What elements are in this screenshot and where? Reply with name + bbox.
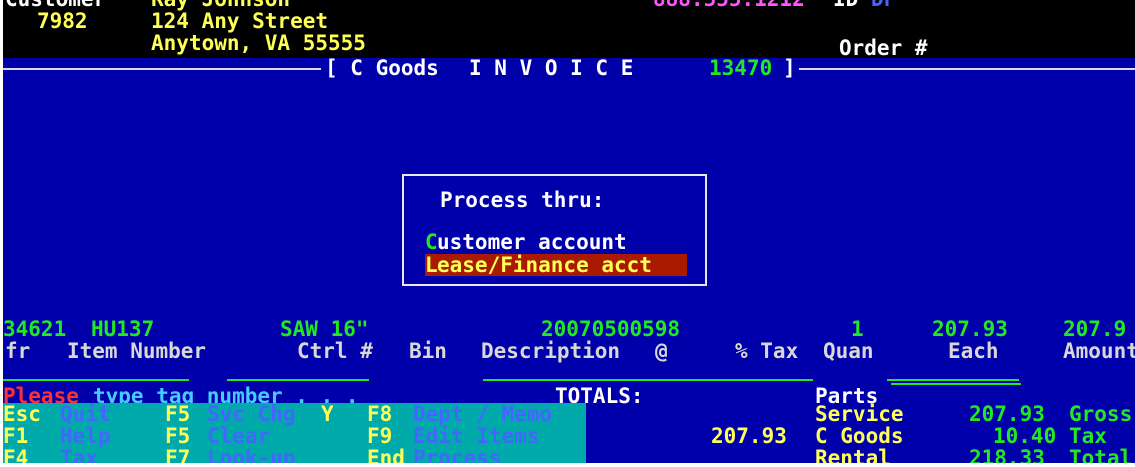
amount-input-line[interactable]: [887, 379, 1019, 381]
key-f9: F9: [367, 424, 393, 448]
item-each: 207.93: [932, 317, 1008, 341]
key-end: End: [367, 446, 405, 463]
gross-label: Gross: [1069, 402, 1133, 426]
key-f4-label: Tax: [60, 446, 98, 463]
dialog-heading: Process thru:: [440, 188, 605, 212]
total-label: Total: [1069, 446, 1133, 463]
col-item-number: Item Number: [67, 339, 207, 363]
key-f4: F4: [3, 446, 29, 463]
key-f8: F8: [367, 402, 393, 426]
col-bin: Bin: [409, 339, 447, 363]
id-value: DF: [871, 0, 896, 10]
key-f7-label: Look-up: [207, 446, 296, 463]
category-rental: Rental: [815, 446, 891, 463]
id-label: ID: [833, 0, 858, 10]
col-at: @: [655, 339, 668, 363]
category-c-goods: C Goods: [815, 424, 904, 448]
total-value: 218.33: [969, 446, 1045, 463]
tax-value: 10.40: [993, 424, 1057, 448]
col-amount: Amount: [1063, 339, 1135, 363]
invoice-number: 13470: [709, 56, 773, 80]
ctrl-input-line[interactable]: [227, 379, 369, 381]
address-line1: 124 Any Street: [151, 9, 329, 33]
tax-label: Tax: [1069, 424, 1107, 448]
option-lease-label: ease/Finance acct: [437, 253, 652, 277]
category-service: Service: [815, 402, 904, 426]
item-amount: 207.9: [1063, 317, 1127, 341]
title-rule-left: [3, 68, 321, 70]
key-f1-label: Help: [60, 424, 111, 448]
key-f9-label: Edit Items: [413, 424, 540, 448]
title-suffix: ]: [783, 56, 796, 80]
col-description: Description: [481, 339, 621, 363]
key-f7: F7: [165, 446, 191, 463]
title-rule-right: [799, 68, 1135, 70]
totals-underline: [891, 383, 1021, 385]
c-goods-amount: 207.93: [711, 424, 787, 448]
invoice-title: I N V O I C E: [469, 56, 634, 80]
key-f5-clear-label: Clear: [207, 424, 271, 448]
address-line2: Anytown, VA 55555: [151, 31, 366, 55]
option-lease-hotkey: L: [425, 253, 438, 277]
key-esc: Esc: [3, 402, 41, 426]
option-customer-label: ustomer account: [437, 230, 627, 254]
customer-id: 7982: [37, 9, 88, 33]
item-tag: 34621: [3, 317, 67, 341]
option-customer-hotkey: C: [425, 230, 438, 254]
key-f5-label: Svc Chg: [207, 402, 296, 426]
key-f8-label: Dept / Memo: [413, 402, 553, 426]
title-prefix: [ C Goods: [325, 56, 439, 80]
col-tax: % Tax: [735, 339, 799, 363]
item-ctrl: SAW 16": [280, 317, 369, 341]
item-description: 20070500598: [541, 317, 681, 341]
key-f1: F1: [3, 424, 29, 448]
terminal-screen: Customer 7982 Ray Johnson 124 Any Street…: [3, 0, 1135, 463]
col-each: Each: [948, 339, 999, 363]
item-quantity: 1: [851, 317, 864, 341]
order-label: Order #: [839, 36, 928, 60]
item-number: HU137: [91, 317, 155, 341]
gross-value: 207.93: [969, 402, 1045, 426]
col-quan: Quan: [823, 339, 874, 363]
col-fr: fr: [5, 339, 31, 363]
phone-number: 888.555.1212: [653, 0, 805, 10]
description-input-line[interactable]: [483, 379, 813, 381]
key-f5: F5: [165, 402, 191, 426]
tag-input-line[interactable]: [3, 379, 189, 381]
key-f5-clear-key: F5: [165, 424, 191, 448]
col-ctrl: Ctrl #: [297, 339, 373, 363]
key-esc-label: Quit: [60, 402, 111, 426]
key-end-label: Process: [413, 446, 502, 463]
svc-chg-flag: Y: [321, 402, 334, 426]
